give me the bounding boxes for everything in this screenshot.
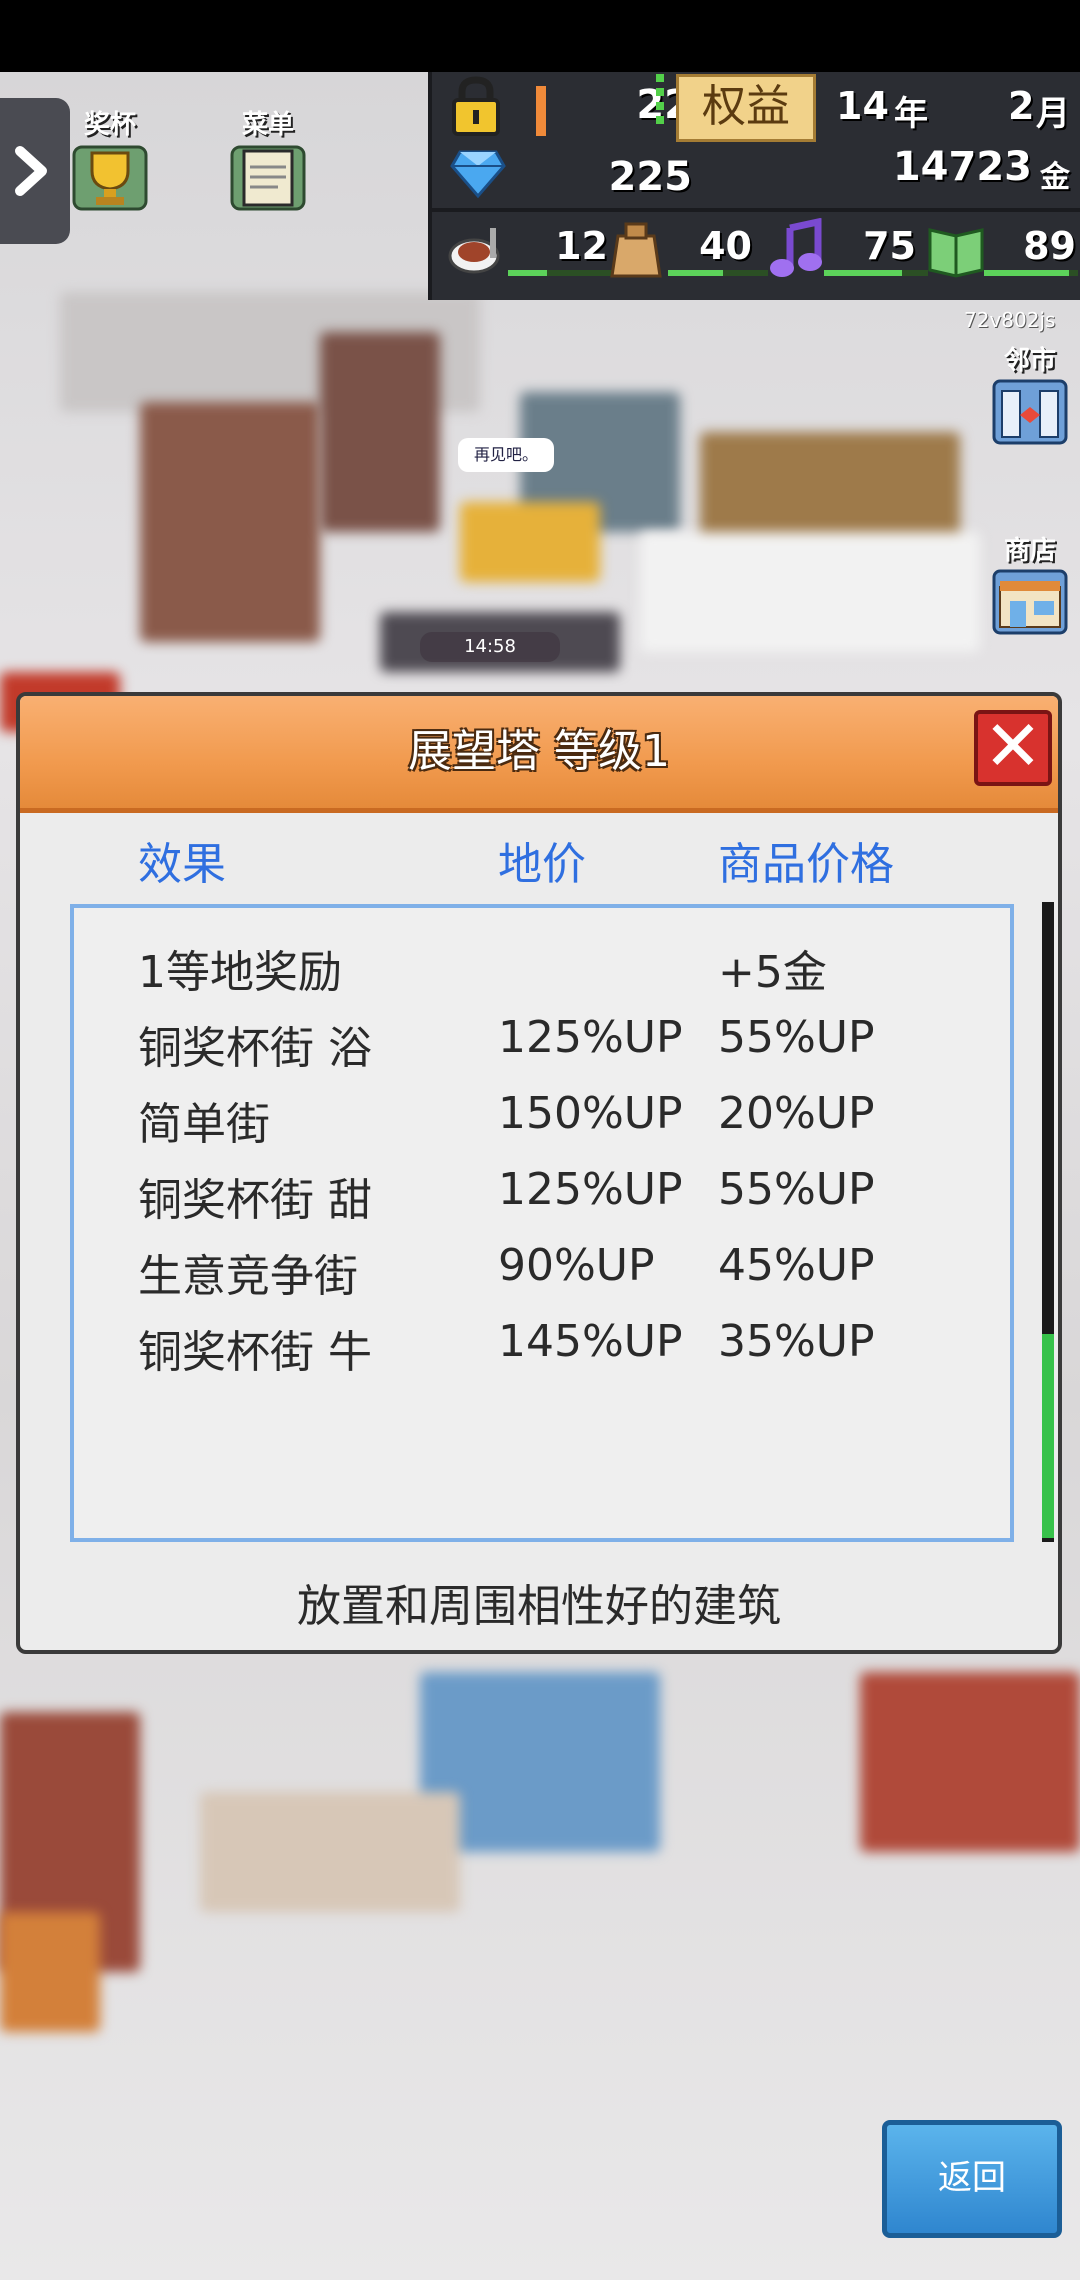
chevron-right-icon [15,146,47,196]
shop-label: 商店 [1003,536,1056,566]
goods-price-value: +5金 [718,947,827,998]
map-clock: 14:58 [420,632,560,662]
menu-label: 菜单 [241,110,294,140]
stat-food-value: 12 [555,224,608,268]
stat-food-bar [508,270,618,276]
gold-value: 14723 [892,144,1032,190]
shop-button[interactable]: 商店 [990,530,1070,640]
goods-price-value: 45%UP [718,1240,875,1291]
dialog-description: 放置和周围相性好的建筑 [297,1581,781,1632]
list-item: 铜奖杯街 甜 125%UP 55%UP [74,1156,1010,1232]
lock-icon [452,76,500,136]
goods-price-value: 20%UP [718,1088,875,1139]
expand-arrow-button[interactable] [0,98,70,244]
rights-badge-label: 权益 [702,81,790,132]
month-unit: 月 [1036,94,1070,134]
year-unit: 年 [894,94,928,134]
list-item: 1等地奖励 +5金 [74,928,1010,1004]
effect-label: 铜奖杯街 甜 [138,1175,372,1226]
goods-price-value: 55%UP [718,1012,875,1063]
hud-divider [432,208,1080,212]
list-item: 铜奖杯街 浴 125%UP 55%UP [74,1004,1010,1080]
lock-level-bar [536,86,546,136]
effects-list[interactable]: 1等地奖励 +5金 铜奖杯街 浴 125%UP 55%UP 简单街 150%UP… [70,904,1014,1542]
stat-book-bar [984,270,1078,276]
land-price-value: 125%UP [498,1012,683,1063]
goods-bag-icon [610,222,662,278]
effect-label: 简单街 [138,1099,270,1150]
status-bar [0,0,1080,72]
list-item: 简单街 150%UP 20%UP [74,1080,1010,1156]
stat-book-value: 89 [1023,224,1076,268]
year-value: 14 [836,84,889,128]
shop-icon [992,569,1068,635]
book-icon [928,228,984,278]
land-price-value: 145%UP [498,1316,683,1367]
land-price-value: 125%UP [498,1164,683,1215]
month-value: 2 [1008,84,1035,128]
build-code: 72v802js [964,308,1056,332]
column-effect: 效果 [138,839,226,890]
effect-label: 铜奖杯街 牛 [138,1327,372,1378]
neighbor-city-button[interactable]: 邻市 [990,340,1070,450]
list-item: 铜奖杯街 牛 145%UP 35%UP [74,1308,1010,1384]
city-buildings-icon [992,379,1068,445]
food-icon [448,228,500,274]
list-item: 生意竞争街 90%UP 45%UP [74,1232,1010,1308]
effect-label: 生意竞争街 [138,1251,358,1302]
trophy-icon [72,145,148,211]
trophy-label: 奖杯 [83,110,136,140]
scrollbar-thumb[interactable] [1042,1334,1054,1538]
gem-icon [450,150,506,199]
effect-label: 铜奖杯街 浴 [138,1023,372,1074]
column-goods-price: 商品价格 [718,839,894,890]
stat-music-bar [824,270,928,276]
land-price-value: 150%UP [498,1088,683,1139]
gold-unit: 金 [1040,160,1070,195]
stat-music-value: 75 [863,224,916,268]
gems-value: 225 [608,154,693,200]
building-info-dialog: 展望塔 等级1 ✕ 效果 地价 商品价格 1等地奖励 +5金 铜奖杯街 浴 12… [16,692,1062,1654]
menu-button[interactable]: 菜单 [228,104,308,214]
effect-label: 1等地奖励 [138,947,342,998]
green-dots [656,74,664,130]
goods-price-value: 35%UP [718,1316,875,1367]
trophy-button[interactable]: 奖杯 [70,104,150,214]
dialog-title: 展望塔 等级1 [408,726,670,777]
status-hud: 22 225 权益 14 年 2 月 14723 金 12 40 75 89 [428,72,1080,300]
close-icon: ✕ [983,705,1043,787]
stat-goods-value: 40 [699,224,752,268]
rights-badge[interactable]: 权益 [676,74,816,142]
stat-goods-bar [668,270,768,276]
music-note-icon [770,218,822,277]
goods-price-value: 55%UP [718,1164,875,1215]
neighbor-city-label: 邻市 [1003,346,1056,376]
close-button[interactable]: ✕ [974,710,1052,786]
land-price-value: 90%UP [498,1240,655,1291]
speech-bubble-text: 再见吧。 [473,445,538,464]
clipboard-icon [230,145,306,211]
column-land-price: 地价 [498,839,586,890]
speech-bubble: 再见吧。 [458,438,554,472]
back-button[interactable]: 返回 [882,2120,1062,2238]
